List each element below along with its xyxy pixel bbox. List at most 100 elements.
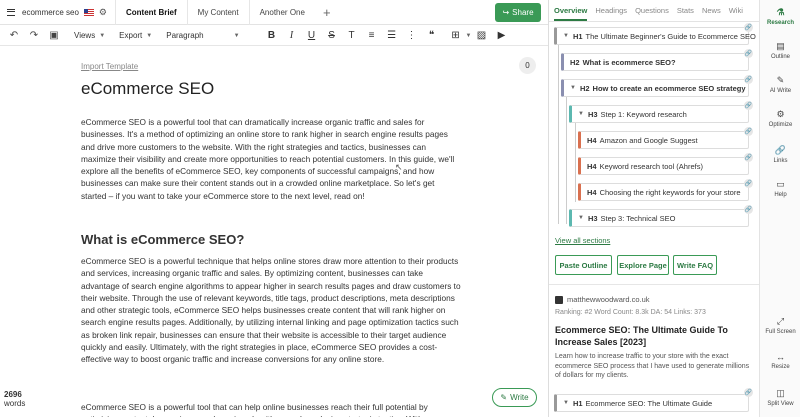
view-all-sections-link[interactable]: View all sections — [555, 236, 610, 245]
gear-icon[interactable]: ⚙ — [99, 7, 107, 18]
undo-icon[interactable]: ↶ — [8, 30, 20, 41]
result-domain[interactable]: matthewwoodward.co.uk — [555, 295, 650, 304]
rail-optimize[interactable]: ⚙ Optimize — [760, 109, 800, 128]
underline-button[interactable]: U — [302, 30, 322, 41]
rail-outline[interactable]: ▤ Outline — [760, 41, 800, 60]
views-dropdown[interactable]: Views ▼ — [74, 31, 105, 40]
heading-button[interactable]: T — [342, 30, 362, 41]
outline-nest-line — [575, 122, 576, 202]
link-icon[interactable]: 🔗 — [744, 127, 753, 136]
tab-stats[interactable]: Stats — [677, 6, 694, 15]
editor-toolbar: ↶ ↷ ▣ Views ▼ Export ▼ Paragraph ▼ B I U… — [0, 26, 548, 46]
bullet-list-icon[interactable]: ☰ — [382, 30, 402, 41]
redo-icon[interactable]: ↷ — [28, 30, 40, 41]
tab-my-content[interactable]: My Content — [186, 0, 249, 25]
outline-level: H1 — [572, 398, 583, 408]
chevron-down-icon[interactable]: ▼ — [570, 85, 576, 91]
image-icon[interactable]: ▨ — [472, 30, 492, 41]
add-tab-button[interactable]: + — [315, 5, 339, 20]
outline-item[interactable]: H2 What is ecommerce SEO? — [561, 53, 749, 71]
link-icon[interactable]: 🔗 — [744, 49, 753, 58]
result-title[interactable]: Ecommerce SEO: The Ultimate Guide To Inc… — [555, 324, 750, 348]
rail-label: Full Screen — [765, 329, 796, 335]
explore-page-button[interactable]: Explore Page — [617, 255, 669, 275]
panel-tabs: Overview Headings Questions Stats News W… — [549, 0, 759, 22]
export-dropdown[interactable]: Export ▼ — [119, 31, 152, 40]
export-label: Export — [119, 31, 143, 40]
link-icon[interactable]: 🔗 — [744, 179, 753, 188]
paragraph-intro[interactable]: eCommerce SEO is a powerful tool that ca… — [81, 116, 461, 202]
tab-another-one[interactable]: Another One — [248, 0, 315, 25]
paragraph-what-is[interactable]: eCommerce SEO is a powerful technique th… — [81, 255, 461, 366]
result-outline-item[interactable]: ▼ H1 Ecommerce SEO: The Ultimate Guide — [554, 394, 749, 412]
numbered-list-icon[interactable]: ⋮ — [402, 30, 422, 41]
outline-level: H1 — [572, 31, 583, 41]
video-icon[interactable]: ▶ — [492, 30, 512, 41]
italic-button[interactable]: I — [282, 30, 302, 41]
rail-ai-write[interactable]: ✎ AI Write — [760, 75, 800, 94]
tab-wiki[interactable]: Wiki — [729, 6, 743, 15]
rail-help[interactable]: ▭ Help — [760, 179, 800, 198]
bold-button[interactable]: B — [262, 30, 282, 41]
rail-label: Split View — [767, 401, 794, 407]
rail-split-view[interactable]: ◫ Split View — [760, 388, 800, 407]
link-icon[interactable]: 🔗 — [744, 153, 753, 162]
chevron-down-icon[interactable]: ▼ — [563, 33, 569, 39]
rail-label: Optimize — [768, 122, 793, 128]
link-icon[interactable]: 🔗 — [744, 75, 753, 84]
tab-questions[interactable]: Questions — [635, 6, 669, 15]
quote-icon[interactable]: ❝ — [422, 30, 442, 41]
outline-item[interactable]: H4 Choosing the right keywords for your … — [578, 183, 749, 201]
tab-news[interactable]: News — [702, 6, 721, 15]
rail-research[interactable]: ⚗ Research — [760, 7, 800, 26]
rail-label: AI Write — [769, 88, 792, 94]
editor-area[interactable]: Import Template 0 eCommerce SEO eCommerc… — [0, 47, 548, 417]
save-icon[interactable]: ▣ — [48, 30, 60, 41]
document-name[interactable]: ecommerce seo — [22, 8, 79, 17]
tab-headings[interactable]: Headings — [595, 6, 627, 15]
paragraph-third[interactable]: eCommerce SEO is a powerful tool that ca… — [81, 401, 461, 417]
write-button[interactable]: ✎ Write — [492, 388, 537, 407]
strikethrough-button[interactable]: S — [322, 30, 342, 41]
chevron-down-icon[interactable]: ▼ — [578, 215, 584, 221]
link-icon[interactable]: 🔗 — [744, 388, 753, 397]
outline-item[interactable]: ▼ H1 The Ultimate Beginner's Guide to Ec… — [554, 27, 756, 45]
paragraph-style-dropdown[interactable]: Paragraph ▼ — [166, 31, 239, 40]
rail-label: Resize — [771, 364, 790, 370]
rail-resize[interactable]: ↔ Resize — [760, 352, 800, 370]
chevron-down-icon[interactable]: ▼ — [578, 111, 584, 117]
write-faq-button[interactable]: Write FAQ — [673, 255, 717, 275]
fullscreen-icon: ⤢ — [776, 316, 785, 326]
outline-item[interactable]: ▼ H3 Step 1: Keyword research — [569, 105, 749, 123]
document-title[interactable]: eCommerce SEO — [81, 79, 214, 99]
align-icon[interactable]: ≡ — [362, 30, 382, 41]
import-template-link[interactable]: Import Template — [81, 62, 138, 71]
section-heading[interactable]: What is eCommerce SEO? — [81, 232, 244, 247]
outline-item[interactable]: ▼ H3 Step 3: Technical SEO — [569, 209, 749, 227]
rail-full-screen[interactable]: ⤢ Full Screen — [760, 316, 800, 335]
link-icon[interactable]: 🔗 — [744, 23, 753, 32]
paste-outline-button[interactable]: Paste Outline — [555, 255, 612, 275]
outline-item[interactable]: H4 Amazon and Google Suggest — [578, 131, 749, 149]
tab-overview[interactable]: Overview — [554, 6, 588, 21]
table-icon[interactable]: ⊞ — [446, 30, 466, 41]
gear-icon: ⚙ — [776, 109, 785, 119]
share-button[interactable]: ↪ Share — [495, 3, 541, 22]
chevron-down-icon: ▼ — [233, 32, 240, 39]
us-flag-icon[interactable] — [83, 8, 94, 16]
menu-icon[interactable] — [7, 8, 15, 16]
link-icon[interactable]: 🔗 — [744, 205, 753, 214]
link-icon[interactable]: 🔗 — [744, 101, 753, 110]
outline-text: What is ecommerce SEO? — [582, 57, 676, 67]
rail-label: Outline — [770, 54, 790, 60]
site-favicon-icon — [555, 295, 563, 304]
outline-item[interactable]: H4 Keyword research tool (Ahrefs) — [578, 157, 749, 175]
text-cursor-icon: ↖ — [395, 162, 403, 172]
outline-nest-line — [566, 96, 567, 224]
chevron-down-icon[interactable]: ▼ — [563, 400, 569, 406]
outline-level: H4 — [587, 135, 597, 145]
outline-item[interactable]: ▼ H2 How to create an ecommerce SEO stra… — [561, 79, 749, 97]
result-domain-text: matthewwoodward.co.uk — [567, 295, 650, 304]
rail-links[interactable]: 🔗 Links — [760, 145, 800, 164]
tab-content-brief[interactable]: Content Brief — [115, 0, 187, 25]
